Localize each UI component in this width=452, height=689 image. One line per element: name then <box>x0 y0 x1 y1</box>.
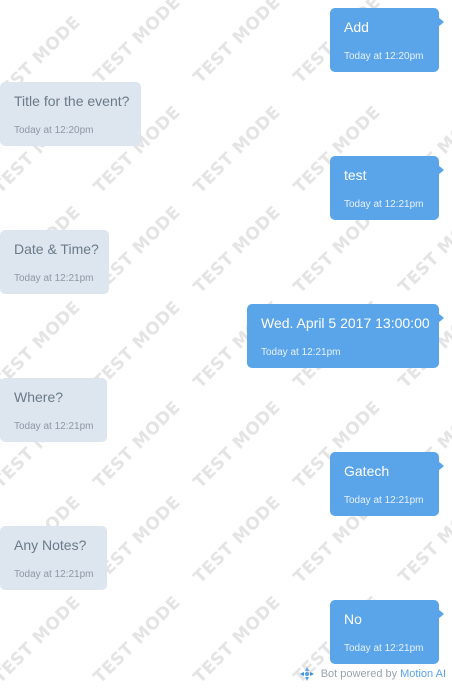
message-text: Wed. April 5 2017 13:00:00 <box>261 315 430 331</box>
message-timestamp: Today at 12:21pm <box>14 569 94 580</box>
bot-message-bubble: Date & Time? Today at 12:21pm <box>0 230 109 294</box>
message-timestamp: Today at 12:21pm <box>344 495 424 506</box>
message-timestamp: Today at 12:21pm <box>344 199 424 210</box>
user-message-bubble: Gatech Today at 12:21pm <box>330 452 444 516</box>
user-message-bubble: Add Today at 12:20pm <box>330 8 444 72</box>
chat-transcript: Add Today at 12:20pm Title for the event… <box>0 0 452 689</box>
message-timestamp: Today at 12:21pm <box>14 273 94 284</box>
motion-ai-link[interactable]: Motion AI <box>400 668 446 680</box>
user-message-bubble: test Today at 12:21pm <box>330 156 444 220</box>
powered-by-footer: Bot powered by Motion AI <box>299 665 446 683</box>
message-text: Gatech <box>344 463 390 479</box>
message-timestamp: Today at 12:20pm <box>14 125 94 136</box>
message-timestamp: Today at 12:21pm <box>344 643 424 654</box>
bot-message-bubble: Title for the event? Today at 12:20pm <box>0 82 141 146</box>
message-text: Any Notes? <box>14 537 87 553</box>
bot-message-bubble: Where? Today at 12:21pm <box>0 378 107 442</box>
message-text: test <box>344 167 367 183</box>
message-text: Add <box>344 19 369 35</box>
message-timestamp: Today at 12:21pm <box>261 347 341 358</box>
user-message-bubble: Wed. April 5 2017 13:00:00 Today at 12:2… <box>247 304 444 368</box>
message-timestamp: Today at 12:21pm <box>14 421 94 432</box>
bot-message-bubble: Any Notes? Today at 12:21pm <box>0 526 107 590</box>
user-message-bubble: No Today at 12:21pm <box>330 600 444 664</box>
message-text: No <box>344 611 362 627</box>
message-text: Title for the event? <box>14 93 130 109</box>
powered-by-text: Bot powered by <box>320 668 398 680</box>
message-timestamp: Today at 12:20pm <box>344 51 424 62</box>
message-text: Date & Time? <box>14 241 99 257</box>
motion-ai-logo-icon <box>299 666 315 682</box>
message-text: Where? <box>14 389 64 405</box>
